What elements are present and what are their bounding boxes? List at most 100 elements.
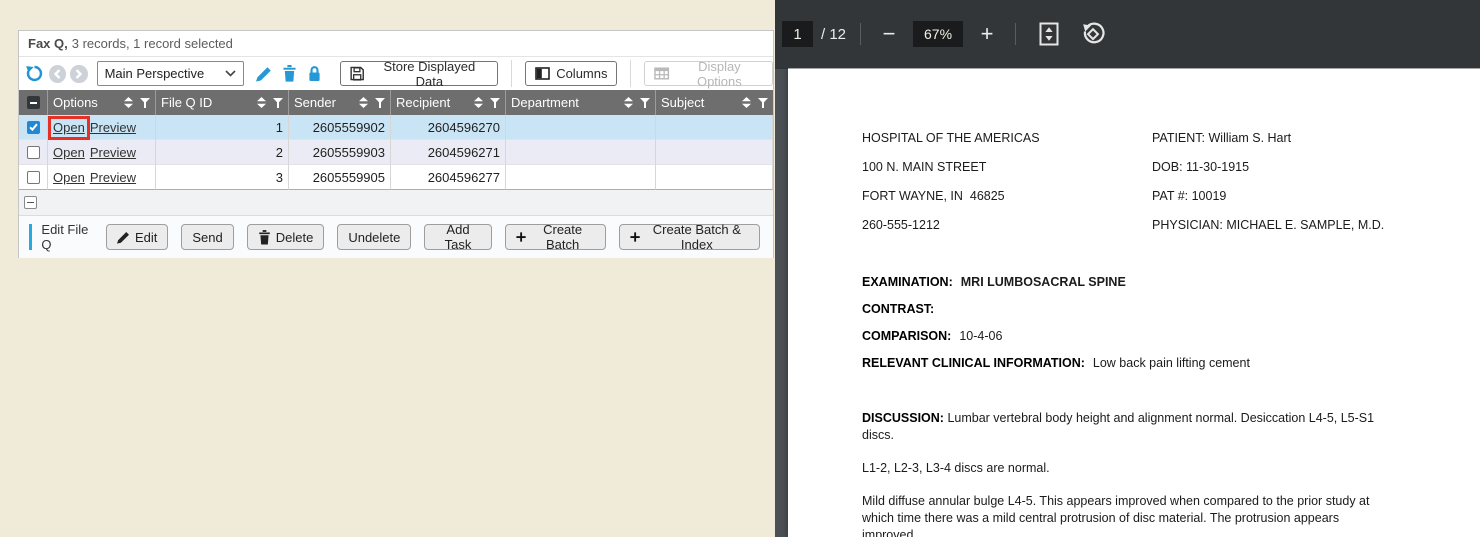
field-value: MRI LUMBOSACRAL SPINE: [961, 275, 1126, 289]
refresh-icon[interactable]: [25, 64, 44, 83]
forward-button[interactable]: [70, 65, 87, 83]
sort-icon[interactable]: [624, 97, 633, 108]
delete-button[interactable]: Delete: [247, 224, 325, 250]
page-number-input[interactable]: [782, 21, 813, 47]
filter-icon[interactable]: [375, 98, 385, 108]
collapse-group-row: [19, 190, 773, 216]
facility-line: 100 N. MAIN STREET: [862, 153, 1152, 182]
fit-page-icon[interactable]: [1034, 19, 1064, 49]
page-count-label: / 12: [821, 26, 846, 43]
action-bar-label: Edit File Q: [41, 222, 93, 252]
column-header-subject[interactable]: Subject: [656, 90, 773, 115]
preview-link[interactable]: Preview: [90, 120, 136, 135]
exam-field: COMPARISON:10-4-06: [862, 323, 1480, 350]
subject-cell: [656, 115, 773, 140]
zoom-in-button[interactable]: +: [973, 20, 1001, 48]
perspective-select[interactable]: Main Perspective: [97, 61, 245, 86]
field-value: 10-4-06: [959, 329, 1002, 343]
lock-perspective-icon[interactable]: [307, 65, 322, 82]
display-options-button[interactable]: Display Options: [644, 61, 773, 86]
fax-q-table: Options File Q ID Sender Recipient Depar…: [19, 90, 773, 190]
exam-field: RELEVANT CLINICAL INFORMATION:Low back p…: [862, 350, 1480, 377]
table-row[interactable]: Open Preview 2 2605559903 2604596271: [19, 140, 773, 165]
filter-icon[interactable]: [490, 98, 500, 108]
open-link[interactable]: Open: [53, 145, 85, 160]
report-paragraph: L1-2, L2-3, L3-4 discs are normal.: [862, 460, 1386, 477]
sort-icon[interactable]: [257, 97, 266, 108]
save-icon: [350, 66, 364, 81]
column-header-file-q-id[interactable]: File Q ID: [156, 90, 289, 115]
columns-button[interactable]: Columns: [525, 61, 617, 86]
facility-block: HOSPITAL OF THE AMERICAS 100 N. MAIN STR…: [862, 124, 1152, 240]
table-row[interactable]: Open Preview 3 2605559905 2604596277: [19, 165, 773, 190]
column-header-department[interactable]: Department: [506, 90, 656, 115]
panel-title: Fax Q,3 records, 1 record selected: [19, 31, 773, 57]
sender-cell: 2605559903: [289, 140, 391, 165]
select-all-header[interactable]: [19, 90, 48, 115]
row-checkbox[interactable]: [27, 146, 40, 159]
create-batch-index-button[interactable]: Create Batch & Index: [619, 224, 760, 250]
filter-icon[interactable]: [140, 98, 150, 108]
field-label: CONTRAST:: [862, 302, 934, 316]
edit-button[interactable]: Edit: [106, 224, 168, 250]
row-checkbox[interactable]: [27, 171, 40, 184]
add-task-label: Add Task: [435, 222, 480, 252]
open-link[interactable]: Open: [53, 120, 85, 135]
store-displayed-data-label: Store Displayed Data: [370, 59, 488, 89]
sort-icon[interactable]: [359, 97, 368, 108]
toolbar-divider: [511, 60, 512, 87]
perspective-select-value: Main Perspective: [105, 66, 205, 81]
edit-label: Edit: [135, 230, 157, 245]
options-cell: Open Preview: [48, 165, 156, 190]
preview-link[interactable]: Preview: [90, 170, 136, 185]
back-button[interactable]: [49, 65, 66, 83]
plus-icon: [516, 231, 526, 243]
column-label: Sender: [294, 95, 359, 110]
medical-report: HOSPITAL OF THE AMERICAS 100 N. MAIN STR…: [788, 68, 1480, 537]
add-task-button[interactable]: Add Task: [424, 224, 491, 250]
column-label: File Q ID: [161, 95, 257, 110]
department-cell: [506, 140, 656, 165]
send-button[interactable]: Send: [181, 224, 233, 250]
filter-icon[interactable]: [758, 98, 768, 108]
zoom-out-button[interactable]: −: [875, 20, 903, 48]
zoom-level-value[interactable]: 67%: [913, 21, 963, 47]
patient-line: PAT #: 10019: [1152, 182, 1384, 211]
column-label: Department: [511, 95, 624, 110]
filter-icon[interactable]: [273, 98, 283, 108]
undelete-label: Undelete: [348, 230, 400, 245]
column-header-options[interactable]: Options: [48, 90, 156, 115]
options-cell: Open Preview: [48, 140, 156, 165]
field-value: Low back pain lifting cement: [1093, 356, 1250, 370]
department-cell: [506, 165, 656, 190]
document-page[interactable]: HOSPITAL OF THE AMERICAS 100 N. MAIN STR…: [788, 68, 1480, 537]
table-grid-icon: [654, 67, 669, 80]
rotate-page-icon[interactable]: [1078, 19, 1108, 49]
sort-icon[interactable]: [474, 97, 483, 108]
store-displayed-data-button[interactable]: Store Displayed Data: [340, 61, 498, 86]
file-q-id-cell: 1: [156, 115, 289, 140]
row-checkbox[interactable]: [27, 121, 40, 134]
edit-perspective-icon[interactable]: [256, 66, 272, 82]
column-header-sender[interactable]: Sender: [289, 90, 391, 115]
select-all-checkbox[interactable]: [27, 96, 40, 109]
create-batch-index-label: Create Batch & Index: [645, 222, 749, 252]
create-batch-button[interactable]: Create Batch: [505, 224, 606, 250]
send-label: Send: [192, 230, 222, 245]
trash-icon: [258, 230, 271, 245]
filter-icon[interactable]: [640, 98, 650, 108]
open-link[interactable]: Open: [53, 170, 85, 185]
toolbar-divider: [860, 23, 861, 45]
column-label: Options: [53, 95, 124, 110]
sort-icon[interactable]: [124, 97, 133, 108]
delete-perspective-icon[interactable]: [282, 65, 297, 82]
recipient-cell: 2604596271: [391, 140, 506, 165]
preview-link[interactable]: Preview: [90, 145, 136, 160]
undelete-button[interactable]: Undelete: [337, 224, 411, 250]
table-row[interactable]: Open Preview 1 2605559902 2604596270: [19, 115, 773, 140]
recipient-cell: 2604596270: [391, 115, 506, 140]
sort-icon[interactable]: [742, 97, 751, 108]
report-paragraph: Mild diffuse annular bulge L4-5. This ap…: [862, 493, 1386, 537]
column-header-recipient[interactable]: Recipient: [391, 90, 506, 115]
collapse-icon[interactable]: [24, 196, 37, 209]
